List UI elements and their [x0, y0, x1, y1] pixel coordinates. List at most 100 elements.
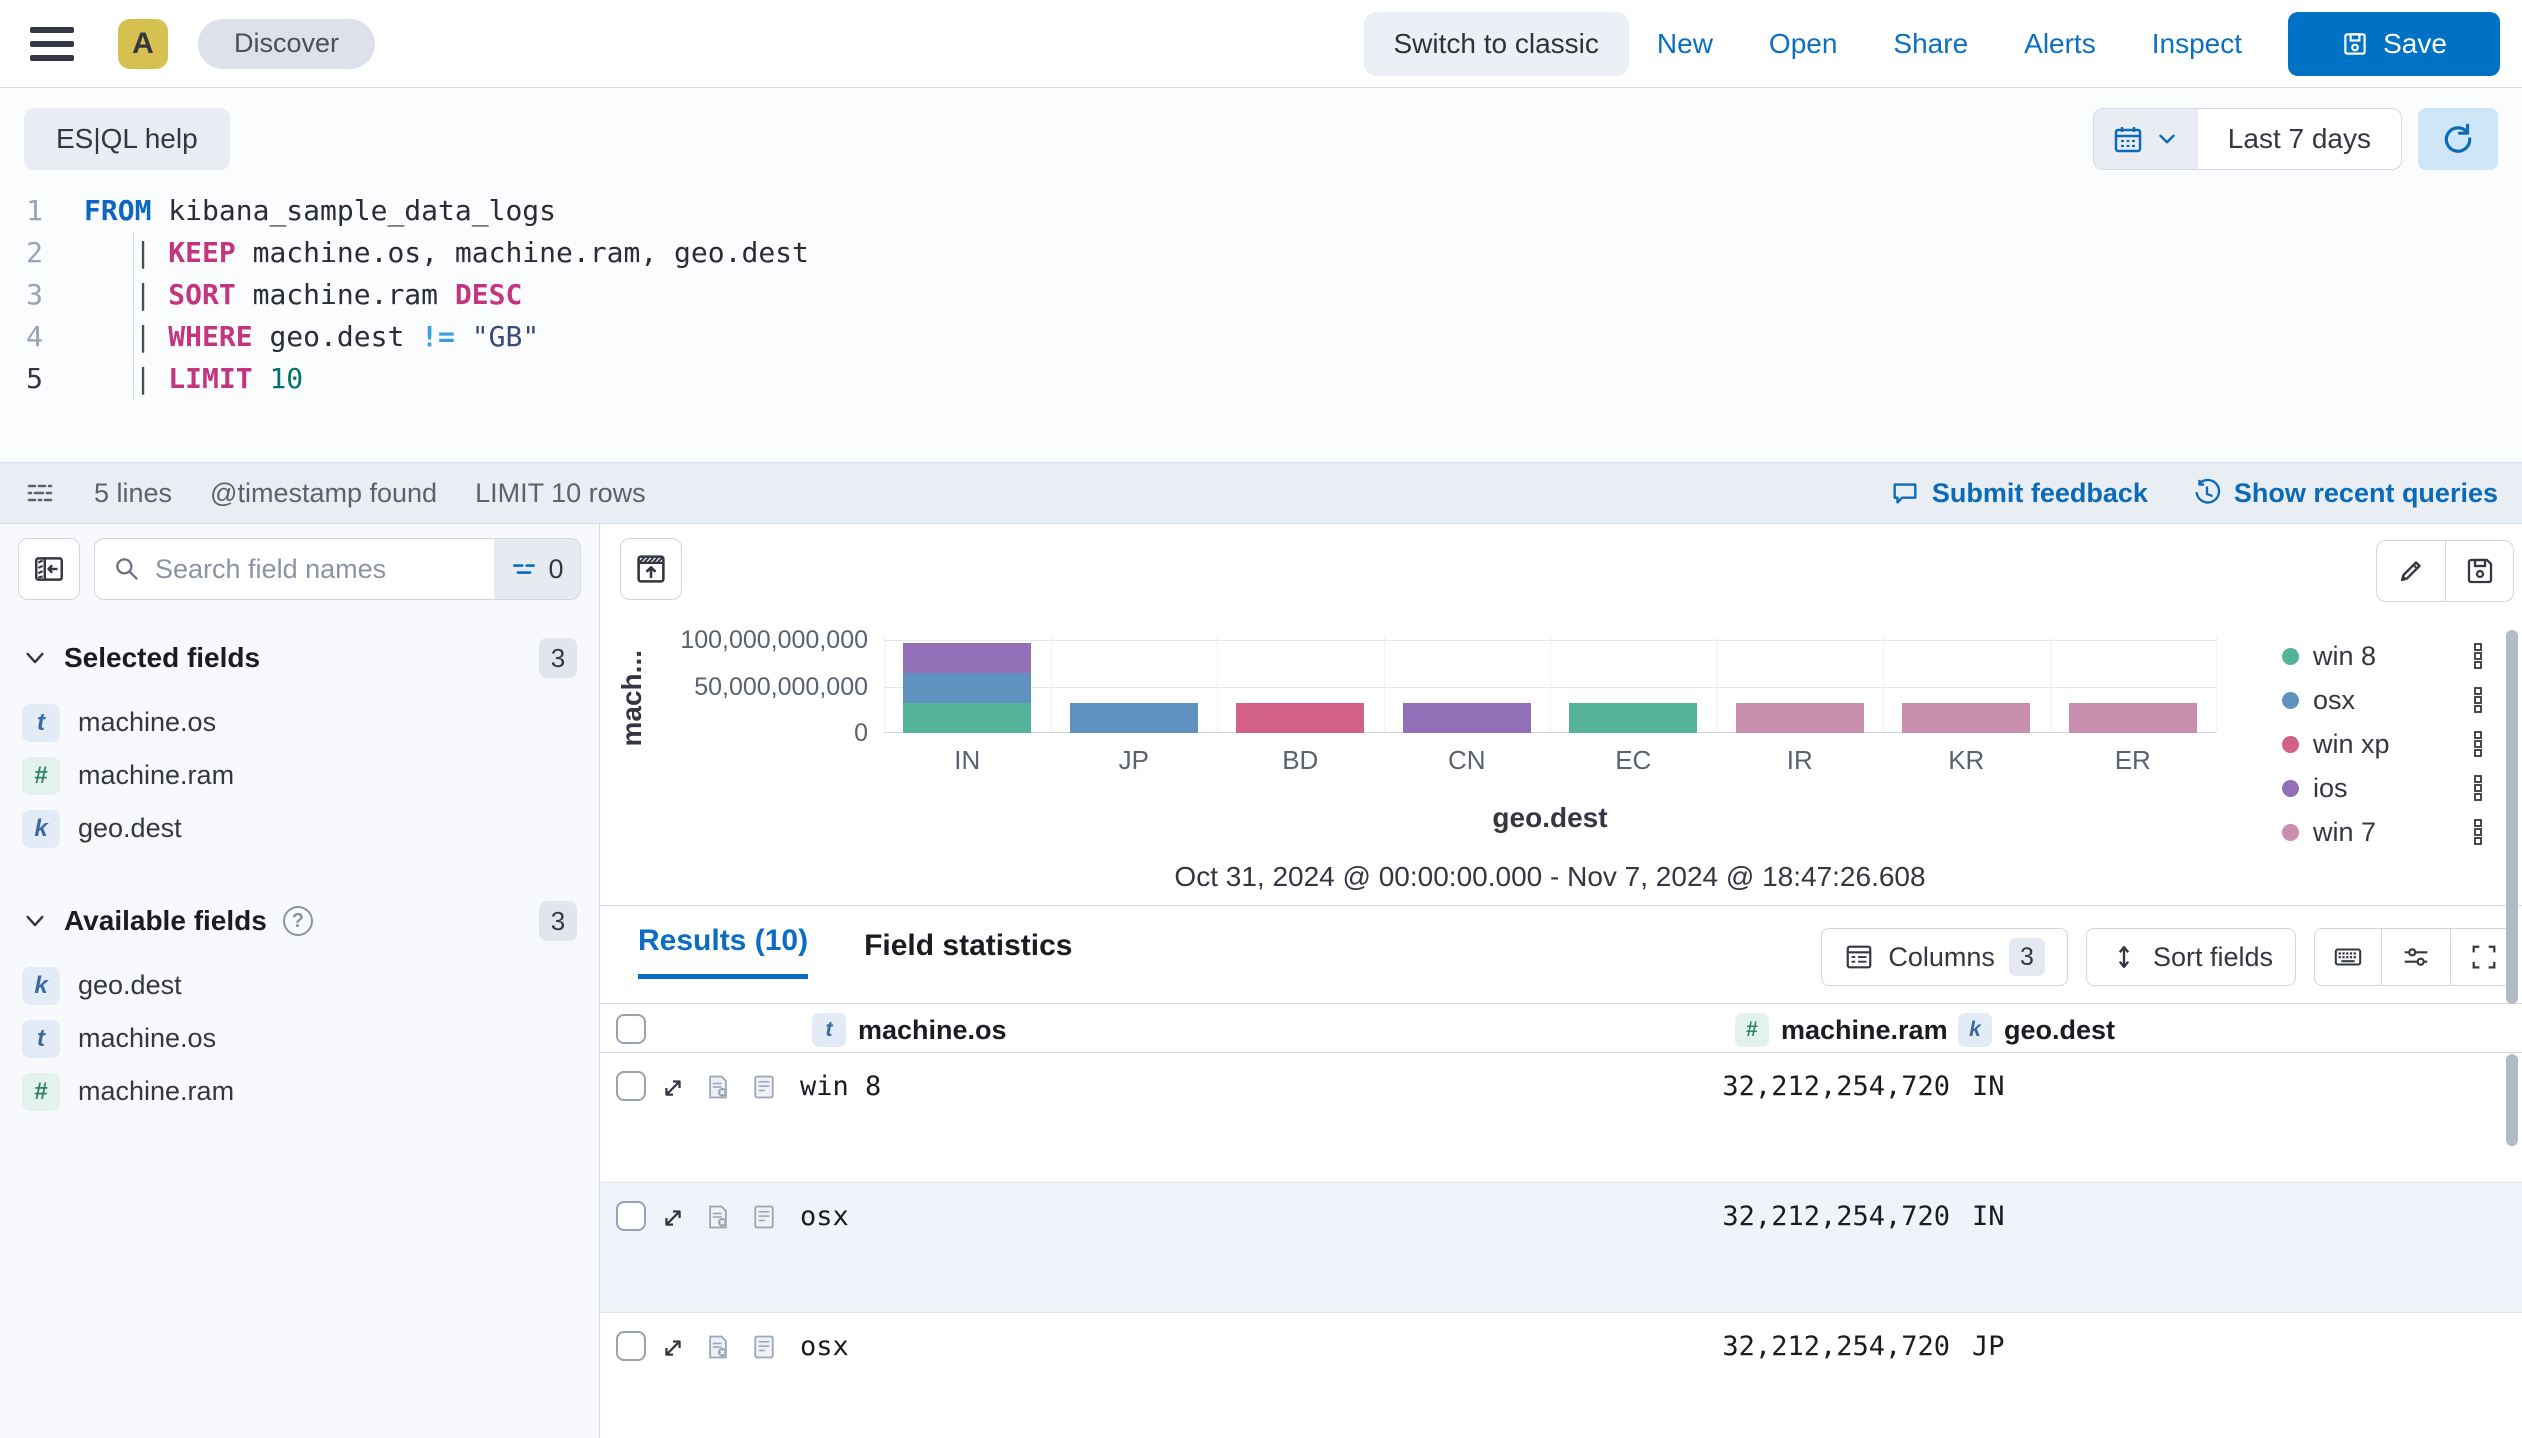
field-item-machine.os[interactable]: tmachine.os — [18, 1012, 581, 1065]
display-options-button[interactable] — [2382, 928, 2450, 986]
tab-field-statistics[interactable]: Field statistics — [864, 929, 1072, 979]
bar-IN-ios[interactable] — [903, 643, 1031, 673]
legend-actions-icon[interactable] — [2468, 773, 2490, 803]
legend-label: win xp — [2313, 729, 2454, 760]
bar-JP-osx[interactable] — [1070, 703, 1198, 733]
date-picker[interactable]: Last 7 days — [2093, 108, 2402, 170]
menu-icon[interactable] — [30, 27, 74, 61]
legend-item-win-8[interactable]: win 8 — [2276, 634, 2490, 678]
bar-KR-win-7[interactable] — [1902, 703, 2030, 733]
row-checkbox[interactable] — [616, 1071, 646, 1101]
scrollbar[interactable] — [2506, 630, 2518, 1004]
legend-actions-icon[interactable] — [2468, 817, 2490, 847]
legend-actions-icon[interactable] — [2468, 685, 2490, 715]
bar-IR-win-7[interactable] — [1736, 703, 1864, 733]
query-settings-icon[interactable] — [24, 477, 56, 509]
hide-chart-button[interactable] — [620, 538, 682, 600]
keyboard-shortcuts-button[interactable] — [2314, 928, 2382, 986]
bar-ER-win-7[interactable] — [2069, 703, 2197, 733]
query-code: | SORT machine.ram DESC — [55, 274, 522, 316]
row-checkbox[interactable] — [616, 1331, 646, 1361]
field-item-machine.ram[interactable]: #machine.ram — [18, 749, 581, 802]
header-link-alerts[interactable]: Alerts — [1996, 28, 2124, 60]
doc-viewer-icon[interactable] — [750, 1203, 778, 1231]
bar-IN-win-8[interactable] — [903, 703, 1031, 733]
collapse-sidebar-button[interactable] — [18, 538, 80, 600]
bar-BD-win-xp[interactable] — [1236, 703, 1364, 733]
field-filter-button[interactable]: 0 — [494, 539, 580, 599]
show-recent-queries-link[interactable]: Show recent queries — [2192, 478, 2498, 509]
submit-feedback-link[interactable]: Submit feedback — [1890, 478, 2148, 509]
table-row-1[interactable]: win 832,212,254,720IN — [600, 1053, 2522, 1183]
save-visualization-button[interactable] — [2445, 540, 2514, 602]
expand-row-icon[interactable] — [658, 1203, 688, 1233]
header-link-open[interactable]: Open — [1741, 28, 1866, 60]
query-line-5[interactable]: 5 | LIMIT 10 — [0, 358, 2522, 400]
bar-EC-win-8[interactable] — [1569, 703, 1697, 733]
column-header-machine-ram[interactable]: machine.ram — [1781, 1013, 1948, 1047]
gridline — [1051, 636, 1052, 733]
field-search[interactable]: Search field names 0 — [94, 538, 581, 600]
save-button[interactable]: Save — [2288, 12, 2500, 76]
table-row-2[interactable]: osx32,212,254,720IN — [600, 1183, 2522, 1313]
bar-CN-ios[interactable] — [1403, 703, 1531, 733]
time-range-value[interactable]: Last 7 days — [2198, 109, 2401, 169]
query-line-1[interactable]: 1FROM kibana_sample_data_logs — [0, 190, 2522, 232]
breadcrumb[interactable]: Discover — [198, 19, 375, 69]
header-link-share[interactable]: Share — [1865, 28, 1996, 60]
legend-item-win-xp[interactable]: win xp — [2276, 722, 2490, 766]
header-links: NewOpenShareAlertsInspect — [1629, 28, 2270, 60]
cell-geo-dest: IN — [1972, 1071, 2005, 1103]
avatar[interactable]: A — [118, 19, 168, 69]
header-link-new[interactable]: New — [1629, 28, 1741, 60]
legend-item-ios[interactable]: ios — [2276, 766, 2490, 810]
scrollbar[interactable] — [2506, 1054, 2518, 1146]
selected-fields-header[interactable]: Selected fields 3 — [18, 638, 581, 678]
hide-chart-icon — [633, 551, 669, 587]
edit-visualization-button[interactable] — [2376, 540, 2445, 602]
legend-item-win-7[interactable]: win 7 — [2276, 810, 2490, 854]
esql-help-button[interactable]: ES|QL help — [24, 108, 230, 170]
field-item-geo.dest[interactable]: kgeo.dest — [18, 802, 581, 855]
esql-query-editor[interactable]: 1FROM kibana_sample_data_logs2 | KEEP ma… — [0, 170, 2522, 400]
field-item-machine.os[interactable]: tmachine.os — [18, 696, 581, 749]
clock-history-icon — [2192, 478, 2222, 508]
date-picker-quick-select[interactable] — [2094, 109, 2198, 169]
doc-viewer-icon[interactable] — [750, 1073, 778, 1101]
chart-legend: win 8 osx win xp ios win 7 — [2276, 634, 2490, 854]
bar-IN-osx[interactable] — [903, 673, 1031, 703]
top-header: A Discover Switch to classic NewOpenShar… — [0, 0, 2522, 88]
column-header-machine-os[interactable]: machine.os — [858, 1013, 1007, 1047]
header-link-inspect[interactable]: Inspect — [2124, 28, 2270, 60]
available-fields-header[interactable]: Available fields ? 3 — [18, 901, 581, 941]
y-tick-label: 0 — [680, 718, 868, 748]
help-icon[interactable]: ? — [283, 906, 313, 936]
degraded-doc-icon[interactable] — [704, 1333, 732, 1361]
columns-button[interactable]: Columns 3 — [1821, 928, 2068, 986]
query-line-4[interactable]: 4 | WHERE geo.dest != "GB" — [0, 316, 2522, 358]
gridline — [1717, 636, 1718, 733]
legend-actions-icon[interactable] — [2468, 729, 2490, 759]
legend-actions-icon[interactable] — [2468, 641, 2490, 671]
field-item-machine.ram[interactable]: #machine.ram — [18, 1065, 581, 1118]
switch-to-classic-button[interactable]: Switch to classic — [1364, 12, 1629, 76]
expand-row-icon[interactable] — [658, 1333, 688, 1363]
degraded-doc-icon[interactable] — [704, 1073, 732, 1101]
chart-time-range: Oct 31, 2024 @ 00:00:00.000 - Nov 7, 202… — [884, 861, 2216, 893]
select-all-checkbox[interactable] — [616, 1014, 646, 1044]
expand-row-icon[interactable] — [658, 1073, 688, 1103]
degraded-doc-icon[interactable] — [704, 1203, 732, 1231]
chevron-down-icon — [22, 645, 48, 671]
tab-results[interactable]: Results (10) — [638, 924, 808, 979]
refresh-button[interactable] — [2418, 108, 2498, 170]
row-checkbox[interactable] — [616, 1201, 646, 1231]
field-item-geo.dest[interactable]: kgeo.dest — [18, 959, 581, 1012]
doc-viewer-icon[interactable] — [750, 1333, 778, 1361]
query-line-2[interactable]: 2 | KEEP machine.os, machine.ram, geo.de… — [0, 232, 2522, 274]
legend-item-osx[interactable]: osx — [2276, 678, 2490, 722]
query-stat: LIMIT 10 rows — [475, 478, 646, 509]
query-line-3[interactable]: 3 | SORT machine.ram DESC — [0, 274, 2522, 316]
table-row-3[interactable]: osx32,212,254,720JP — [600, 1313, 2522, 1438]
sort-fields-button[interactable]: Sort fields — [2086, 928, 2296, 986]
column-header-geo-dest[interactable]: geo.dest — [2004, 1013, 2115, 1047]
